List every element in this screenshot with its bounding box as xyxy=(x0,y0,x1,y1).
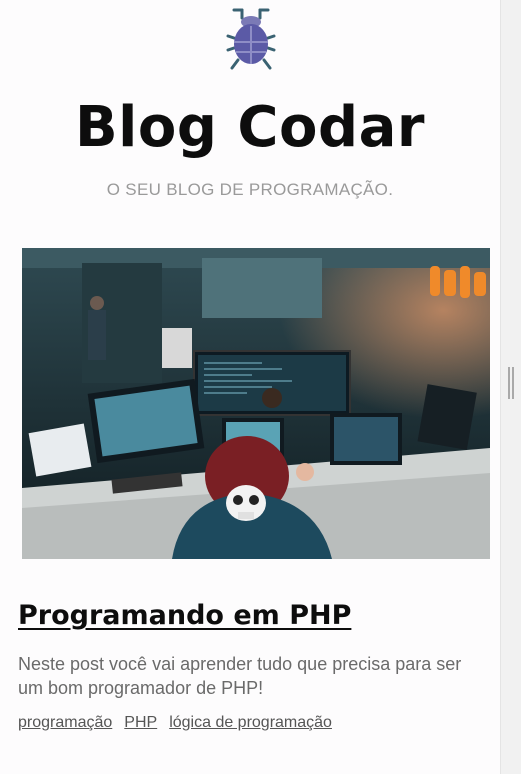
post-image[interactable] xyxy=(22,248,490,559)
tag-logica-de-programacao[interactable]: lógica de programação xyxy=(169,714,332,732)
page: Blog Codar O SEU BLOG DE PROGRAMAÇÃO. Pr… xyxy=(0,0,500,774)
bug-icon[interactable] xyxy=(226,8,276,72)
scrollbar-grip-icon[interactable] xyxy=(508,367,514,399)
vertical-scrollbar[interactable] xyxy=(500,0,521,774)
site-tagline: O SEU BLOG DE PROGRAMAÇÃO. xyxy=(106,180,394,199)
tag-programacao[interactable]: programação xyxy=(18,714,112,732)
post-tags: programação PHP lógica de programação xyxy=(18,714,332,732)
post-excerpt: Neste post você vai aprender tudo que pr… xyxy=(18,654,462,698)
site-title[interactable]: Blog Codar xyxy=(0,92,500,164)
tag-php[interactable]: PHP xyxy=(124,714,157,732)
post-title-link[interactable]: Programando em PHP xyxy=(18,600,351,631)
workspace-photo xyxy=(22,248,490,559)
